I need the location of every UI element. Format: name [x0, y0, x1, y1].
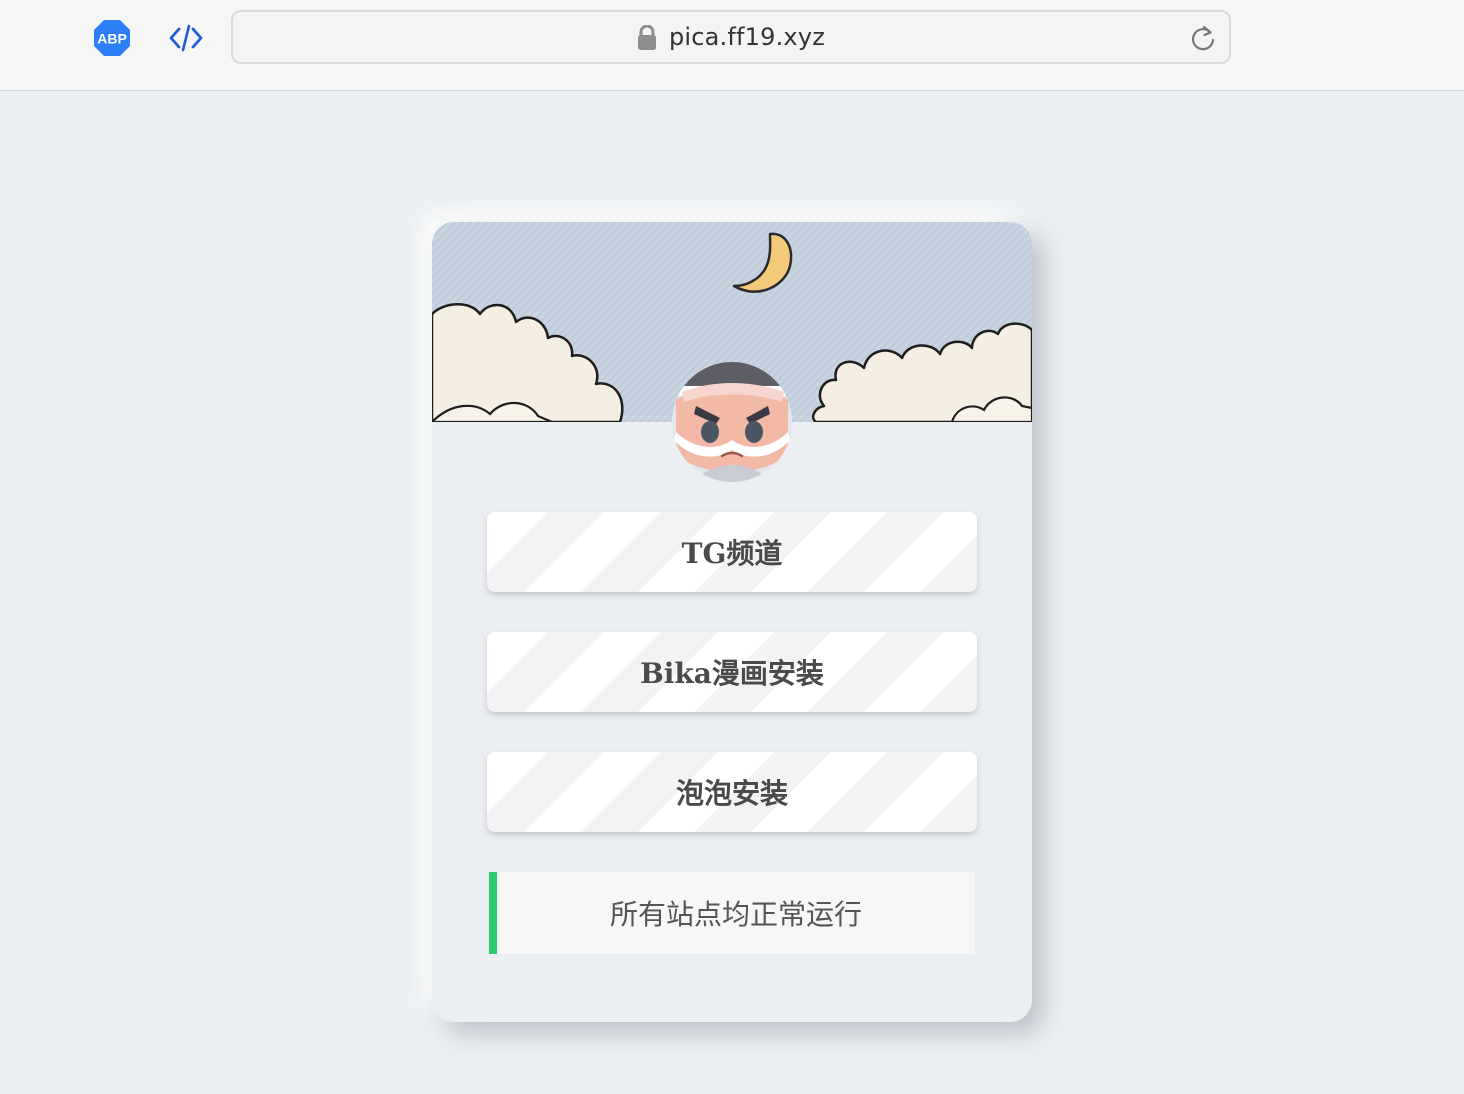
paopao-install-label: 泡泡安装 — [675, 777, 788, 810]
tg-channel-label: TG频道 — [681, 537, 783, 570]
adblock-plus-icon[interactable]: ABP — [93, 19, 131, 57]
browser-toolbar: ABP pica.ff19.xyz — [0, 0, 1464, 91]
paopao-install-button[interactable]: 泡泡安装 — [487, 752, 977, 832]
tg-channel-button[interactable]: TG频道 — [487, 512, 977, 592]
bika-install-label: Bika漫画安装 — [640, 657, 824, 690]
url-text: pica.ff19.xyz — [668, 23, 826, 51]
link-card: TG频道 Bika漫画安装 泡泡安装 所有站点均正常运行 — [432, 222, 1032, 1022]
address-bar[interactable]: pica.ff19.xyz — [231, 10, 1231, 64]
bika-install-button[interactable]: Bika漫画安装 — [487, 632, 977, 712]
developer-code-icon[interactable] — [168, 22, 204, 54]
adblock-plus-label: ABP — [97, 31, 127, 47]
reload-icon[interactable] — [1189, 24, 1217, 52]
status-banner: 所有站点均正常运行 — [489, 872, 975, 954]
status-text: 所有站点均正常运行 — [609, 898, 862, 931]
lock-icon — [637, 25, 656, 50]
avatar — [672, 362, 792, 482]
